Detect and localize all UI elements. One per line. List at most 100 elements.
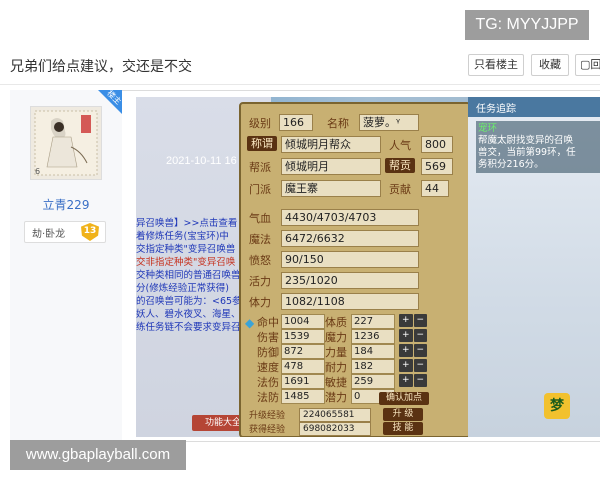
right-top-bar: 任务追踪 xyxy=(468,97,600,117)
exp-action-button: 升 级 xyxy=(383,408,423,421)
attribute-label: 敏捷 xyxy=(325,376,347,389)
right-screen: 任务追踪 宠环 帮魔太尉找变异的召唤 兽交，当前第99环，任 务积分216分。 … xyxy=(468,97,600,437)
stat-value: 1691 xyxy=(281,374,325,389)
stat-value: 872 xyxy=(281,344,325,359)
anger-label: 愤怒 xyxy=(249,254,271,267)
only-op-button[interactable]: 只看楼主 xyxy=(468,54,524,76)
attribute-label: 潜力 xyxy=(325,391,347,404)
character-panel: 级别 166 名称 菠萝。ᵞ 称谓 倾城明月帮众 人气 800 帮派 倾城明月 … xyxy=(239,102,471,437)
rank-level-badge: 13 xyxy=(81,223,99,241)
stat-label: 伤害 xyxy=(257,331,279,344)
hp-value: 4430/4703/4703 xyxy=(281,209,419,226)
stamp-number: 6 xyxy=(35,167,41,176)
exp-label: 获得经验 xyxy=(249,425,286,435)
stamina-value: 1082/1108 xyxy=(281,293,419,310)
attribute-label: 魔力 xyxy=(325,331,347,344)
confirm-points-button: 确认加点 xyxy=(379,392,429,405)
mp-value: 6472/6632 xyxy=(281,230,419,247)
attribute-stepper: + − xyxy=(399,329,427,342)
attribute-stepper: + − xyxy=(399,314,427,327)
avatar[interactable]: 6 xyxy=(30,106,102,180)
hp-label: 气血 xyxy=(249,212,271,225)
gang-label: 帮派 xyxy=(249,161,271,174)
rank-box: 劫·卧龙 13 xyxy=(24,221,106,243)
avatar-stamp-image xyxy=(34,110,98,176)
stat-label: 法防 xyxy=(257,391,279,404)
bottom-watermark: www.gbaplayball.com xyxy=(10,440,186,470)
stat-value: 1539 xyxy=(281,329,325,344)
stat-label: 命中 xyxy=(257,316,279,329)
attribute-value: 227 xyxy=(351,314,395,329)
top-watermark: TG: MYYJJPP xyxy=(465,10,589,40)
exp-value: 698082033 xyxy=(299,422,371,436)
reply-button[interactable]: ▢回复 xyxy=(575,54,600,76)
attribute-stepper: + − xyxy=(399,359,427,372)
header-divider xyxy=(0,84,600,85)
author-username[interactable]: 立青229 xyxy=(10,196,122,213)
sect-value: 魔王寨 xyxy=(281,180,381,197)
plus-icon: + xyxy=(399,374,413,387)
stat-label: 防御 xyxy=(257,346,279,359)
minus-icon: − xyxy=(413,314,427,327)
title-label: 称谓 xyxy=(247,136,277,151)
level-value: 166 xyxy=(279,114,313,131)
vitality-value: 235/1020 xyxy=(281,272,419,289)
attribute-value: 259 xyxy=(351,374,395,389)
screen-date: 2021-10-11 16 xyxy=(166,155,237,167)
rank-label: 劫·卧龙 xyxy=(32,229,66,240)
task-line: 帮魔太尉找变异的召唤 xyxy=(478,135,574,146)
stamina-label: 体力 xyxy=(249,296,271,309)
merit-value: 44 xyxy=(421,180,449,197)
wing-icon: ◆ xyxy=(245,316,255,330)
plus-icon: + xyxy=(399,359,413,372)
plus-icon: + xyxy=(399,329,413,342)
stat-value: 478 xyxy=(281,359,325,374)
contribution-tag: 帮贡 xyxy=(385,158,415,173)
game-logo-icon: 梦 xyxy=(544,393,570,419)
gang-value: 倾城明月 xyxy=(281,158,381,175)
attribute-value: 182 xyxy=(351,359,395,374)
name-value: 菠萝。ᵞ xyxy=(359,114,419,131)
attribute-label: 力量 xyxy=(325,346,347,359)
stat-value: 1485 xyxy=(281,389,325,404)
rank-level: 13 xyxy=(83,226,97,236)
attribute-value: 1236 xyxy=(351,329,395,344)
stat-label: 速度 xyxy=(257,361,279,374)
attribute-stepper: + − xyxy=(399,374,427,387)
vitality-label: 活力 xyxy=(249,275,271,288)
minus-icon: − xyxy=(413,329,427,342)
task-text: 宠环 帮魔太尉找变异的召唤 兽交，当前第99环，任 务积分216分。 xyxy=(476,121,600,173)
attribute-value: 184 xyxy=(351,344,395,359)
exp-action-button: 技 能 xyxy=(383,422,423,435)
minus-icon: − xyxy=(413,359,427,372)
merit-label: 贡献 xyxy=(389,183,411,196)
reply-icon: ▢ xyxy=(580,58,591,71)
stat-value: 1004 xyxy=(281,314,325,329)
exp-label: 升级经验 xyxy=(249,411,286,421)
attribute-label: 体质 xyxy=(325,316,347,329)
exp-value: 224065581 xyxy=(299,408,371,422)
attribute-label: 耐力 xyxy=(325,361,347,374)
sect-label: 门派 xyxy=(249,183,271,196)
task-line: 务积分216分。 xyxy=(478,159,544,170)
plus-icon: + xyxy=(399,314,413,327)
name-label: 名称 xyxy=(327,117,349,130)
thread-title: 兄弟们给点建议，交还是不交 xyxy=(10,59,192,75)
favorite-button[interactable]: 收藏 xyxy=(531,54,569,76)
contribution-value: 569 xyxy=(421,158,453,175)
task-line: 兽交，当前第99环，任 xyxy=(478,147,576,158)
minus-icon: − xyxy=(413,344,427,357)
minus-icon: − xyxy=(413,374,427,387)
popularity-label: 人气 xyxy=(389,139,411,152)
title-value: 倾城明月帮众 xyxy=(281,136,381,153)
popularity-value: 800 xyxy=(421,136,453,153)
post-photo[interactable]: 2021-10-11 16 异召唤兽】>>点击查看 着修炼任务(宝宝环)中 交指定种… xyxy=(136,97,600,437)
reply-label: 回复 xyxy=(590,58,600,71)
level-label: 级别 xyxy=(249,117,271,130)
anger-value: 90/150 xyxy=(281,251,419,268)
op-badge: 楼主 xyxy=(98,90,122,114)
task-heading: 宠环 xyxy=(478,123,498,134)
task-tracker-label: 任务追踪 xyxy=(476,104,516,115)
mp-label: 魔法 xyxy=(249,233,271,246)
attribute-stepper: + − xyxy=(399,344,427,357)
